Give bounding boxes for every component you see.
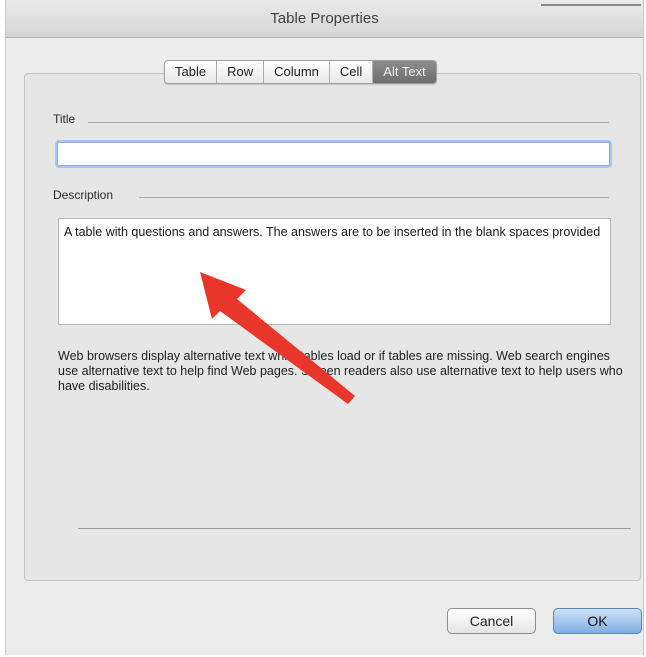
tab-cell[interactable]: Cell <box>330 61 374 83</box>
description-label: Description <box>53 188 114 202</box>
description-textarea[interactable]: A table with questions and answers. The … <box>58 218 611 325</box>
bottom-divider <box>78 528 631 529</box>
ok-button[interactable]: OK <box>553 608 642 634</box>
title-section-rule <box>88 122 609 123</box>
tab-alt-text[interactable]: Alt Text <box>373 61 436 83</box>
help-text: Web browsers display alternative text wh… <box>58 349 623 393</box>
tab-bar: Table Row Column Cell Alt Text <box>164 60 437 84</box>
title-input[interactable] <box>57 142 610 166</box>
description-section-rule <box>139 197 609 198</box>
dialog-title: Table Properties <box>270 10 379 27</box>
tab-table[interactable]: Table <box>165 61 218 83</box>
tab-row[interactable]: Row <box>217 61 265 83</box>
title-bar-accent <box>541 4 641 6</box>
title-label: Title <box>53 112 76 126</box>
tab-column[interactable]: Column <box>264 61 330 83</box>
cancel-button[interactable]: Cancel <box>447 608 536 634</box>
table-properties-dialog: Table Properties Table Row Column Cell A… <box>5 0 644 655</box>
